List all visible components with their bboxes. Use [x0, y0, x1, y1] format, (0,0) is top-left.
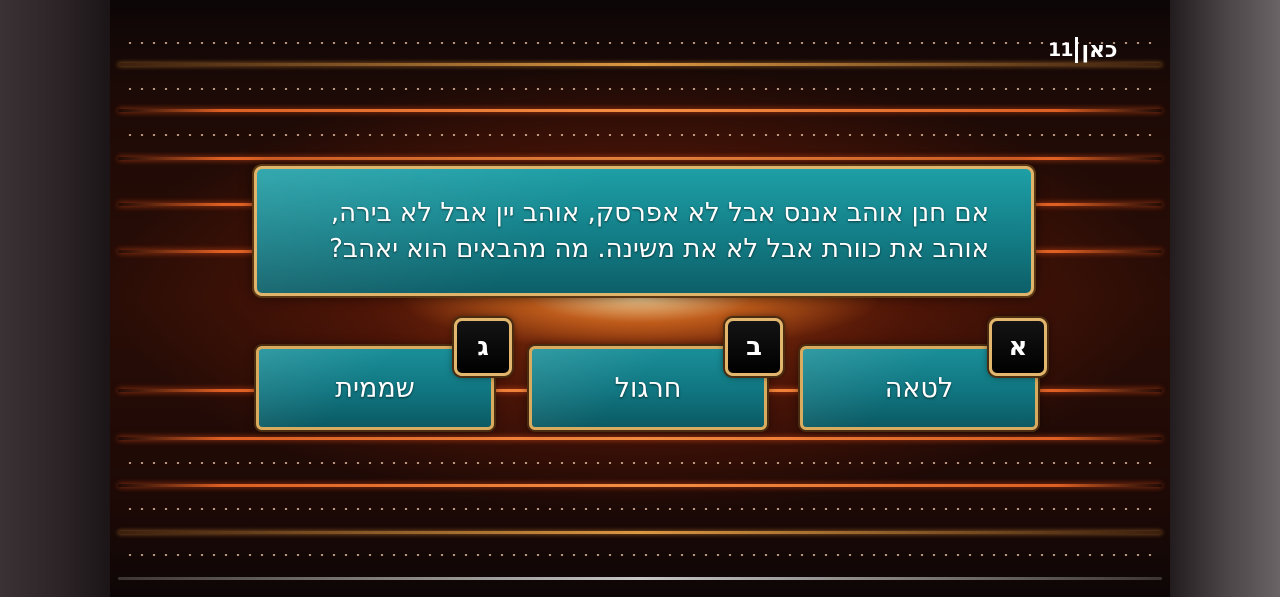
glow-line — [118, 484, 1162, 487]
answer-label: חרגול — [614, 372, 682, 404]
dotted-line — [124, 88, 1156, 90]
glow-line — [118, 63, 1162, 66]
answer-letter-badge-b: ב — [725, 318, 783, 376]
dotted-line — [124, 554, 1156, 556]
glow-line — [118, 157, 1162, 160]
answer-label: שממית — [335, 372, 415, 404]
right-letterbox — [1170, 0, 1280, 597]
question-text: אם חנן אוהב אננס אבל לא אפרסק, אוהב יין … — [329, 198, 989, 264]
dotted-line — [124, 462, 1156, 464]
answer-letter-badge-a: א — [989, 318, 1047, 376]
channel-number: 11 — [1048, 39, 1073, 61]
answer-label: לטאה — [884, 372, 954, 404]
glow-line — [118, 577, 1162, 580]
dotted-line — [124, 134, 1156, 136]
glow-line — [118, 437, 1162, 440]
answer-letter-badge-c: ג — [454, 318, 512, 376]
glow-line — [118, 109, 1162, 112]
left-letterbox — [0, 0, 110, 597]
glow-line — [118, 531, 1162, 534]
channel-name: כאן — [1081, 37, 1118, 63]
channel-logo: 11 כאן — [1048, 36, 1117, 64]
logo-divider — [1075, 37, 1079, 63]
question-panel: אם חנן אוהב אננס אבל לא אפרסק, אוהב יין … — [254, 166, 1034, 296]
dotted-line — [124, 42, 1156, 44]
game-stage — [110, 0, 1170, 597]
dotted-line — [124, 508, 1156, 510]
